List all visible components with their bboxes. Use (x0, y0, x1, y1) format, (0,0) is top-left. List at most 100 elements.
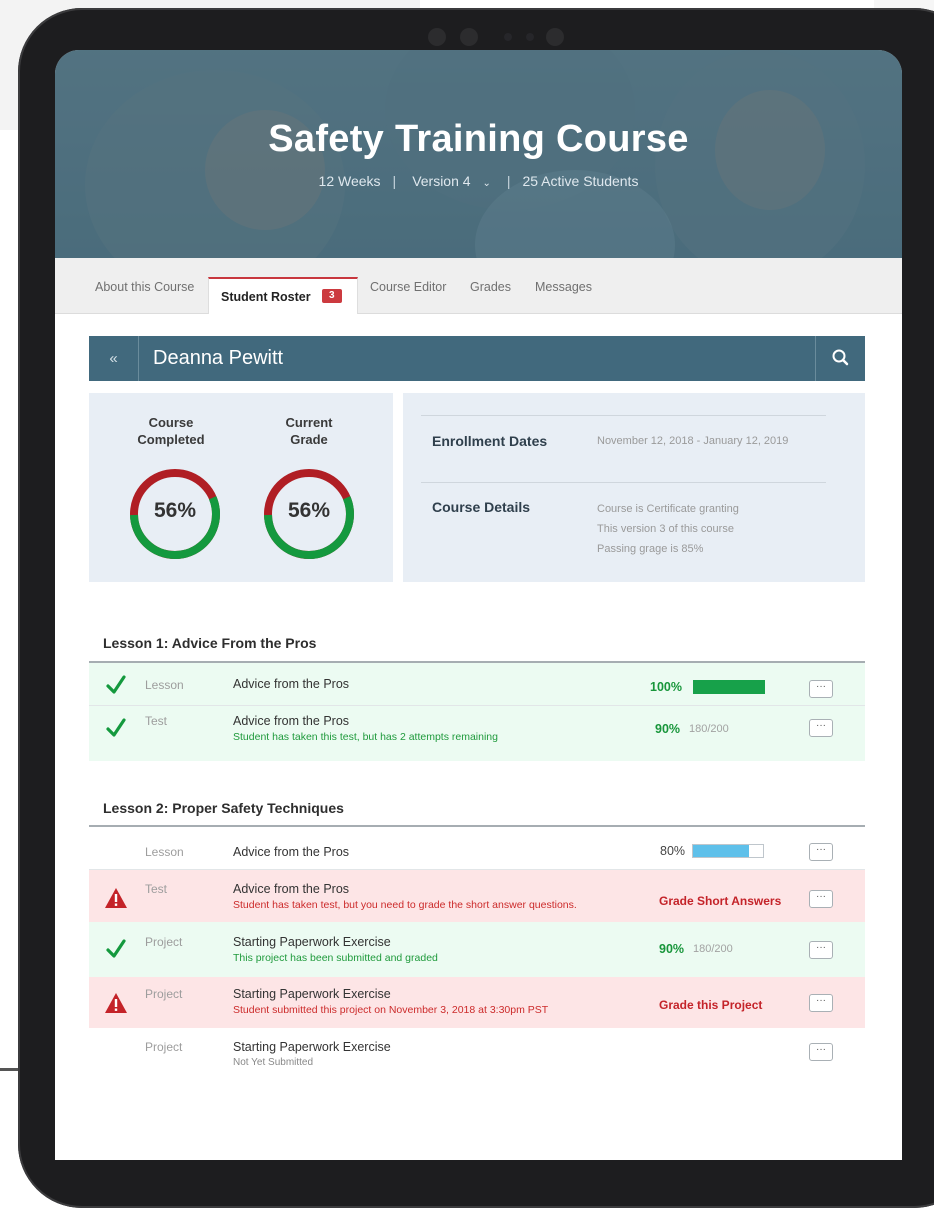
student-header: « Deanna Pewitt (89, 336, 865, 381)
current-grade-gauge: 56% (261, 466, 357, 562)
sensor-dot-small (504, 33, 512, 41)
item-type: Test (145, 882, 168, 896)
search-icon (832, 349, 849, 366)
camera-dot (460, 28, 478, 46)
grade-label-line: Current (285, 415, 333, 430)
tab-student-roster[interactable]: Student Roster 3 (208, 277, 358, 314)
ellipsis-icon: ··· (816, 891, 826, 902)
course-title: Safety Training Course (268, 118, 689, 160)
meta-divider: | (392, 173, 397, 189)
warning-icon (105, 888, 127, 908)
ellipsis-icon: ··· (816, 844, 826, 855)
tab-messages[interactable]: Messages (535, 280, 592, 294)
more-options-button[interactable]: ··· (809, 994, 833, 1012)
lesson-heading: Lesson 1: Advice From the Pros (103, 635, 317, 651)
checkmark-icon (106, 718, 126, 737)
lesson-item-row[interactable]: Test Advice from the Pros Student has ta… (89, 706, 865, 761)
more-options-button[interactable]: ··· (809, 843, 833, 861)
item-type: Project (145, 1040, 183, 1054)
details-line: This version 3 of this course (597, 523, 734, 535)
course-details: Course is Certificate granting This vers… (597, 499, 739, 559)
enrollment-dates: November 12, 2018 - January 12, 2019 (597, 435, 789, 447)
item-status: Student has taken test, but you need to … (233, 899, 577, 911)
more-options-button[interactable]: ··· (809, 680, 833, 698)
sensor-dot (428, 28, 446, 46)
search-button[interactable] (815, 336, 865, 381)
completed-label: Course Completed (116, 414, 226, 448)
ellipsis-icon: ··· (816, 681, 826, 692)
item-title[interactable]: Starting Paperwork Exercise (233, 987, 391, 1001)
ellipsis-icon: ··· (816, 1044, 826, 1055)
course-info-panel: Enrollment Dates November 12, 2018 - Jan… (403, 393, 865, 582)
more-options-button[interactable]: ··· (809, 1043, 833, 1061)
item-percent: 80% (660, 844, 686, 858)
checkmark-icon (106, 675, 126, 694)
item-title[interactable]: Advice from the Pros (233, 714, 349, 728)
completed-label-line: Completed (137, 432, 205, 447)
item-status: This project has been submitted and grad… (233, 952, 438, 964)
item-score: 180/200 (689, 723, 729, 735)
progress-bar-fill (693, 845, 749, 857)
grade-label: Current Grade (254, 414, 364, 448)
grade-project-link[interactable]: Grade this Project (659, 998, 762, 1012)
student-name: Deanna Pewitt (153, 347, 284, 369)
course-tab-bar: About this Course Student Roster 3 Cours… (55, 258, 902, 314)
divider (421, 482, 826, 483)
version-selector[interactable]: Version 4 ⌄ (408, 173, 495, 189)
progress-bar (693, 680, 765, 694)
meta-divider: | (506, 173, 511, 189)
lesson-item-row[interactable]: Project Starting Paperwork Exercise Stud… (89, 977, 865, 1028)
ellipsis-icon: ··· (816, 942, 826, 953)
tab-label: Student Roster (221, 290, 311, 304)
progress-bar (692, 844, 764, 858)
lesson-item-row[interactable]: Lesson Advice from the Pros 80% ··· (89, 827, 865, 870)
camera-bar (418, 22, 578, 52)
tab-course-editor[interactable]: Course Editor (370, 280, 446, 294)
item-type: Project (145, 935, 183, 949)
item-title[interactable]: Advice from the Pros (233, 882, 349, 896)
checkmark-icon (106, 939, 126, 958)
more-options-button[interactable]: ··· (809, 719, 833, 737)
more-options-button[interactable]: ··· (809, 890, 833, 908)
double-chevron-left-icon: « (109, 350, 118, 367)
grade-label-line: Grade (290, 432, 328, 447)
item-score: 180/200 (693, 943, 733, 955)
roster-count-badge: 3 (322, 289, 342, 303)
item-type: Lesson (145, 845, 184, 859)
grade-short-answers-link[interactable]: Grade Short Answers (659, 894, 781, 908)
course-duration: 12 Weeks (318, 173, 381, 189)
back-button[interactable]: « (89, 336, 139, 381)
item-percent: 90% (659, 942, 685, 956)
details-label: Course Details (432, 499, 531, 515)
item-percent: 90% (655, 722, 681, 736)
item-status: Not Yet Submitted (233, 1057, 314, 1068)
item-title[interactable]: Starting Paperwork Exercise (233, 1040, 391, 1054)
chevron-down-icon: ⌄ (482, 178, 491, 189)
item-status: Student submitted this project on Novemb… (233, 1004, 549, 1016)
lesson-item-row[interactable]: Test Advice from the Pros Student has ta… (89, 870, 865, 922)
item-status: Student has taken this test, but has 2 a… (233, 731, 498, 743)
item-type: Project (145, 987, 183, 1001)
details-line: Passing grage is 85% (597, 543, 704, 555)
tab-grades[interactable]: Grades (470, 280, 511, 294)
lesson-item-row[interactable]: Project Starting Paperwork Exercise This… (89, 922, 865, 977)
item-title[interactable]: Advice from the Pros (233, 845, 349, 859)
completed-value: 56% (153, 499, 197, 522)
lesson-heading: Lesson 2: Proper Safety Techniques (103, 800, 344, 816)
course-completed-gauge: 56% (127, 466, 223, 562)
completed-label-line: Course (148, 415, 194, 430)
divider (421, 415, 826, 416)
app-screen: Safety Training Course 12 Weeks | Version … (55, 50, 902, 1160)
tab-about[interactable]: About this Course (95, 280, 194, 294)
item-title[interactable]: Starting Paperwork Exercise (233, 935, 391, 949)
progress-panel: Course Completed 56% Current Grade 56% (89, 393, 393, 582)
more-options-button[interactable]: ··· (809, 941, 833, 959)
ellipsis-icon: ··· (816, 995, 826, 1006)
lesson-item-row[interactable]: Project Starting Paperwork Exercise Not … (89, 1028, 865, 1078)
course-hero-banner: Safety Training Course 12 Weeks | Version … (55, 50, 902, 258)
version-label: Version 4 (412, 173, 471, 189)
item-title[interactable]: Advice from the Pros (233, 677, 349, 691)
sensor-dot-small (526, 33, 534, 41)
lesson-item-row[interactable]: Lesson Advice from the Pros 100% ··· (89, 663, 865, 706)
enrollment-label: Enrollment Dates (432, 433, 548, 449)
